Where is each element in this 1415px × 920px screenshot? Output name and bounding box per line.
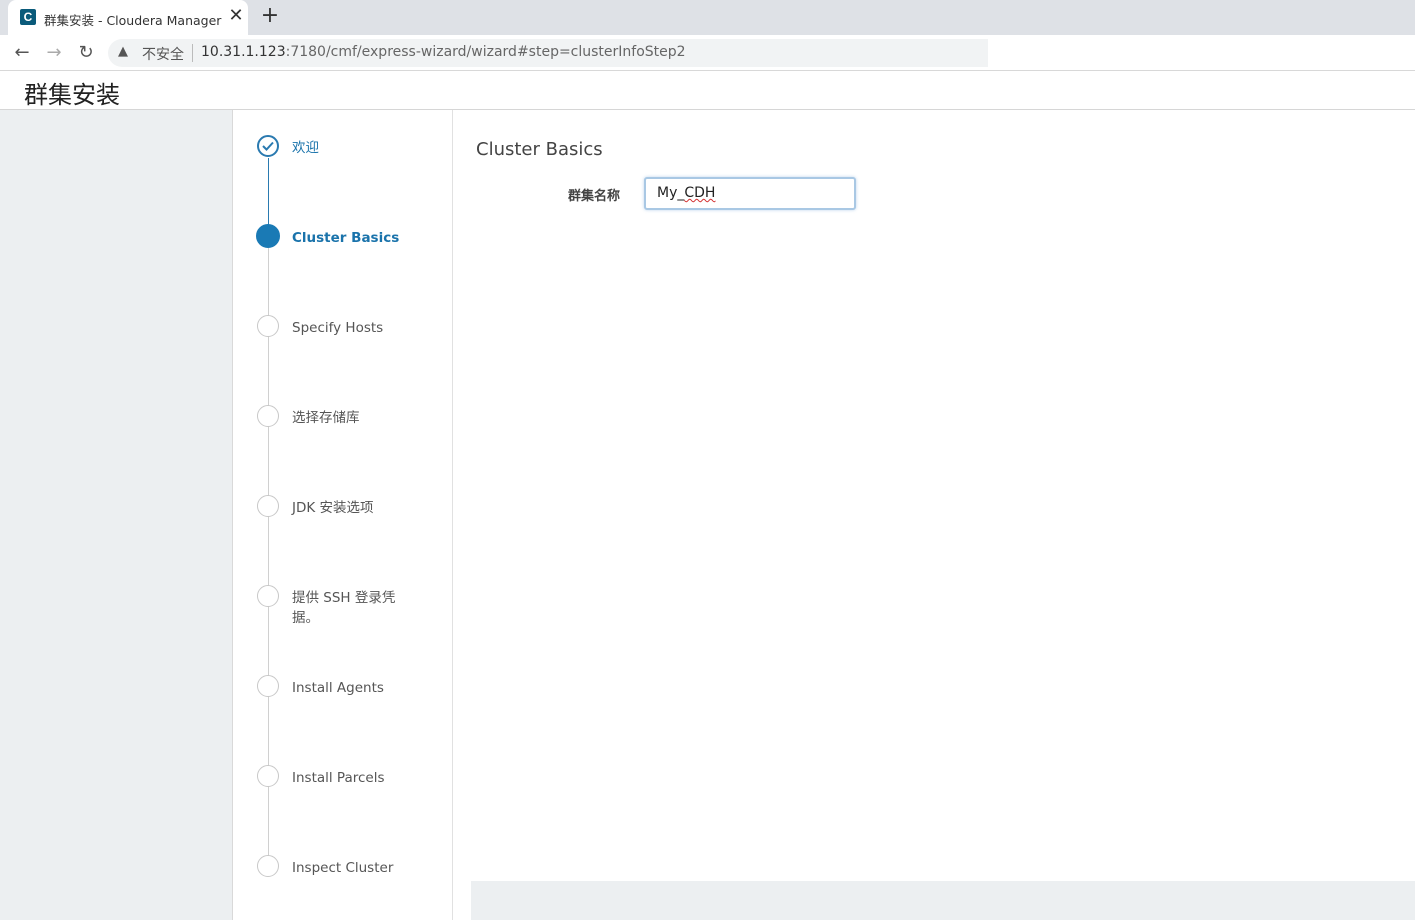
cloudera-favicon-icon: C — [20, 9, 36, 25]
pending-step-icon — [257, 315, 279, 337]
back-button[interactable]: ← — [10, 41, 34, 65]
url-path: :7180/cmf/express-wizard/wizard#step=clu… — [285, 44, 686, 60]
browser-tab[interactable]: C 群集安装 - Cloudera Manager ✕ — [8, 0, 248, 35]
forward-button[interactable]: → — [42, 41, 66, 65]
step-label: JDK 安装选项 — [292, 500, 374, 516]
step-label: Specify Hosts — [292, 320, 384, 336]
warning-icon[interactable]: ▲ — [118, 45, 132, 59]
pending-step-icon — [257, 855, 279, 877]
active-step-icon — [256, 224, 280, 248]
step-specify-hosts[interactable]: Specify Hosts — [257, 315, 447, 375]
step-cluster-basics[interactable]: Cluster Basics — [256, 224, 447, 285]
security-status[interactable]: 不安全 — [142, 44, 184, 64]
step-label: Install Parcels — [292, 770, 385, 786]
step-label: 提供 SSH 登录凭据。 — [292, 590, 396, 626]
pending-step-icon — [257, 405, 279, 427]
page-header: 群集安装 — [0, 71, 1415, 110]
step-label: 选择存储库 — [292, 410, 360, 426]
url-host: 10.31.1.123 — [201, 44, 286, 60]
browser-tab-strip: C 群集安装 - Cloudera Manager ✕ + — [0, 0, 1415, 35]
step-install-parcels[interactable]: Install Parcels — [257, 765, 447, 825]
pending-step-icon — [257, 675, 279, 697]
url-text[interactable]: 10.31.1.123:7180/cmf/express-wizard/wiza… — [201, 44, 686, 60]
wizard-steps: 欢迎 Cluster Basics Specify Hosts 选择存储库 JD… — [233, 110, 453, 920]
main-content: Cluster Basics 群集名称 My_CDH — [453, 110, 1415, 920]
check-circle-icon — [257, 135, 279, 157]
pending-step-icon — [257, 495, 279, 517]
tab-title: 群集安装 - Cloudera Manager — [44, 13, 222, 28]
pending-step-icon — [257, 585, 279, 607]
reload-button[interactable]: ↻ — [74, 41, 98, 65]
cluster-name-suffix: CDH — [684, 185, 716, 201]
cluster-name-input[interactable]: My_CDH — [644, 177, 856, 210]
step-label: Install Agents — [292, 680, 384, 696]
section-title: Cluster Basics — [476, 139, 603, 160]
page-title: 群集安装 — [24, 81, 120, 109]
step-label: Inspect Cluster — [292, 860, 394, 876]
url-divider — [192, 44, 193, 62]
step-label: 欢迎 — [292, 140, 319, 156]
step-welcome[interactable]: 欢迎 — [257, 135, 447, 195]
address-bar[interactable]: ▲ 不安全 10.31.1.123:7180/cmf/express-wizar… — [108, 39, 988, 67]
step-ssh-credentials[interactable]: 提供 SSH 登录凭据。 — [257, 585, 447, 645]
pending-step-icon — [257, 765, 279, 787]
step-label: Cluster Basics — [292, 230, 400, 246]
close-tab-icon[interactable]: ✕ — [226, 6, 246, 26]
wizard-footer — [471, 881, 1415, 920]
left-gutter — [0, 110, 233, 920]
step-jdk-options[interactable]: JDK 安装选项 — [257, 495, 447, 555]
new-tab-button[interactable]: + — [258, 5, 282, 29]
step-select-repository[interactable]: 选择存储库 — [257, 405, 447, 465]
cluster-name-label: 群集名称 — [568, 189, 621, 204]
browser-toolbar: ← → ↻ ▲ 不安全 10.31.1.123:7180/cmf/express… — [0, 35, 1415, 71]
step-install-agents[interactable]: Install Agents — [257, 675, 447, 735]
cluster-name-prefix: My_ — [657, 185, 685, 201]
step-inspect-cluster[interactable]: Inspect Cluster — [257, 855, 447, 915]
